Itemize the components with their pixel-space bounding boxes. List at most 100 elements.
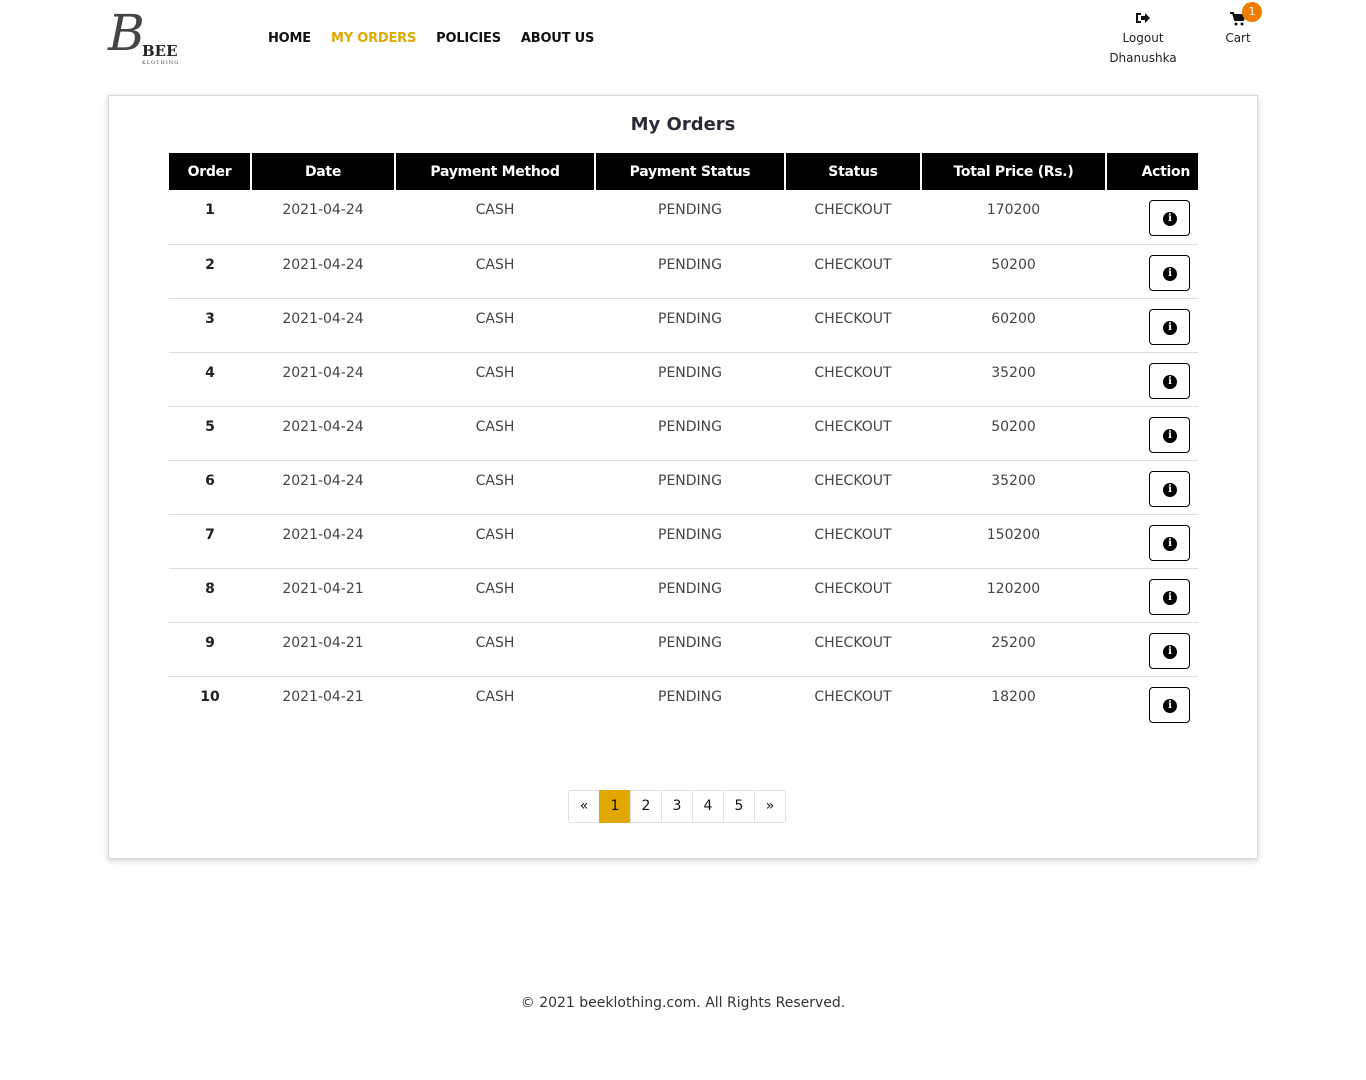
order-number-cell: 9: [205, 634, 215, 651]
order-number-cell: 4: [205, 364, 215, 381]
total-price-cell: 35200: [991, 364, 1036, 381]
orders-table-body: 1 2021-04-24 CASH PENDING CHECKOUT 170200 i 2 20…: [169, 190, 1198, 730]
total-price-cell: 60200: [991, 310, 1036, 327]
main-nav: HOME MY ORDERS POLICIES ABOUT US: [268, 31, 614, 46]
order-details-button[interactable]: i: [1149, 578, 1190, 615]
payment-status-cell: PENDING: [658, 256, 722, 273]
info-circle-icon: i: [1163, 644, 1177, 659]
payment-method-cell: CASH: [475, 526, 515, 543]
pagination-page-5[interactable]: 5: [723, 790, 755, 823]
footer-copyright: © 2021 beeklothing.com. All Rights Reser…: [520, 995, 846, 1011]
payment-status-cell: PENDING: [658, 202, 722, 218]
payment-method-cell: CASH: [475, 580, 515, 597]
nav-policies[interactable]: POLICIES: [436, 31, 501, 46]
logo-name: BEE: [142, 42, 178, 60]
total-price-cell: 120200: [986, 580, 1041, 597]
nav-my-orders[interactable]: MY ORDERS: [331, 31, 416, 46]
payment-status-cell: PENDING: [658, 580, 722, 597]
order-details-button[interactable]: i: [1149, 686, 1190, 723]
payment-status-cell: PENDING: [658, 418, 722, 435]
payment-method-cell: CASH: [475, 688, 515, 705]
column-header-date: Date: [250, 153, 395, 190]
payment-status-cell: PENDING: [658, 634, 722, 651]
orders-card: My Orders Order Date Payment Method Paym…: [108, 95, 1258, 859]
sign-out-icon: [1100, 12, 1186, 28]
order-date-cell: 2021-04-24: [282, 310, 364, 327]
order-status-cell: CHECKOUT: [814, 688, 892, 705]
nav-home[interactable]: HOME: [268, 31, 311, 46]
total-price-cell: 25200: [991, 634, 1036, 651]
order-number-cell: 7: [205, 526, 215, 543]
pagination-next[interactable]: »: [754, 790, 786, 823]
payment-method-cell: CASH: [475, 202, 515, 218]
order-date-cell: 2021-04-24: [282, 202, 364, 218]
order-details-button[interactable]: i: [1149, 416, 1190, 453]
column-header-action: Action: [1105, 153, 1198, 190]
column-header-total-price: Total Price (Rs.): [920, 153, 1106, 190]
pagination-prev[interactable]: «: [568, 790, 600, 823]
column-header-status: Status: [784, 153, 921, 190]
cart-count-badge: 1: [1242, 2, 1262, 22]
order-date-cell: 2021-04-24: [282, 472, 364, 489]
total-price-cell: 170200: [986, 202, 1041, 218]
logo-letter: B: [108, 4, 145, 62]
order-details-button[interactable]: i: [1149, 524, 1190, 561]
info-circle-icon: i: [1163, 698, 1177, 713]
info-circle-icon: i: [1163, 374, 1177, 389]
order-details-button[interactable]: i: [1149, 632, 1190, 669]
order-details-button[interactable]: i: [1149, 200, 1190, 236]
order-status-cell: CHECKOUT: [814, 256, 892, 273]
total-price-cell: 150200: [986, 526, 1041, 543]
order-number-cell: 10: [200, 688, 220, 705]
brand-logo[interactable]: B BEE KLOTHING: [108, 8, 190, 68]
order-date-cell: 2021-04-21: [282, 688, 364, 705]
order-date-cell: 2021-04-24: [282, 364, 364, 381]
pagination: « 1 2 3 4 5 »: [568, 790, 786, 823]
pagination-page-4[interactable]: 4: [692, 790, 724, 823]
pagination-page-1[interactable]: 1: [599, 790, 631, 823]
order-status-cell: CHECKOUT: [814, 364, 892, 381]
logo-sub: KLOTHING: [142, 60, 180, 66]
info-circle-icon: i: [1163, 212, 1177, 226]
order-date-cell: 2021-04-24: [282, 418, 364, 435]
order-number-cell: 3: [205, 310, 215, 327]
cart-label: Cart: [1225, 31, 1251, 45]
order-number-cell: 6: [205, 472, 215, 489]
total-price-cell: 18200: [991, 688, 1036, 705]
order-status-cell: CHECKOUT: [814, 580, 892, 597]
table-row: 1 2021-04-24 CASH PENDING CHECKOUT 170200 i: [169, 190, 1198, 244]
info-circle-icon: i: [1163, 266, 1177, 281]
logout-link[interactable]: Logout Dhanushka: [1100, 12, 1186, 68]
logout-label: Logout: [1122, 31, 1164, 45]
order-date-cell: 2021-04-24: [282, 256, 364, 273]
info-circle-icon: i: [1163, 428, 1177, 443]
order-status-cell: CHECKOUT: [814, 634, 892, 651]
order-status-cell: CHECKOUT: [814, 472, 892, 489]
cart-link[interactable]: Cart 1: [1216, 2, 1262, 48]
pagination-page-3[interactable]: 3: [661, 790, 693, 823]
action-cell: i: [1106, 568, 1198, 622]
info-circle-icon: i: [1163, 320, 1177, 335]
nav-about-us[interactable]: ABOUT US: [521, 31, 594, 46]
order-status-cell: CHECKOUT: [814, 310, 892, 327]
order-details-button[interactable]: i: [1149, 470, 1190, 507]
order-number-cell: 5: [205, 418, 215, 435]
order-number-cell: 8: [205, 580, 215, 597]
payment-status-cell: PENDING: [658, 310, 722, 327]
order-number-cell: 1: [205, 202, 215, 218]
total-price-cell: 50200: [991, 418, 1036, 435]
column-header-order: Order: [169, 153, 251, 190]
order-details-button[interactable]: i: [1149, 362, 1190, 399]
info-circle-icon: i: [1163, 536, 1177, 551]
header: B BEE KLOTHING HOME MY ORDERS POLICIES A…: [0, 0, 1366, 80]
table-row: 7 2021-04-24 CASH PENDING CHECKOUT 150200 i: [169, 514, 1198, 568]
table-row: 10 2021-04-21 CASH PENDING CHECKOUT 18200 i: [169, 676, 1198, 730]
action-cell: i: [1106, 298, 1198, 352]
order-details-button[interactable]: i: [1149, 308, 1190, 345]
pagination-page-2[interactable]: 2: [630, 790, 662, 823]
order-details-button[interactable]: i: [1149, 254, 1190, 291]
payment-method-cell: CASH: [475, 472, 515, 489]
table-row: 6 2021-04-24 CASH PENDING CHECKOUT 35200 i: [169, 460, 1198, 514]
info-circle-icon: i: [1163, 590, 1177, 605]
action-cell: i: [1106, 352, 1198, 406]
